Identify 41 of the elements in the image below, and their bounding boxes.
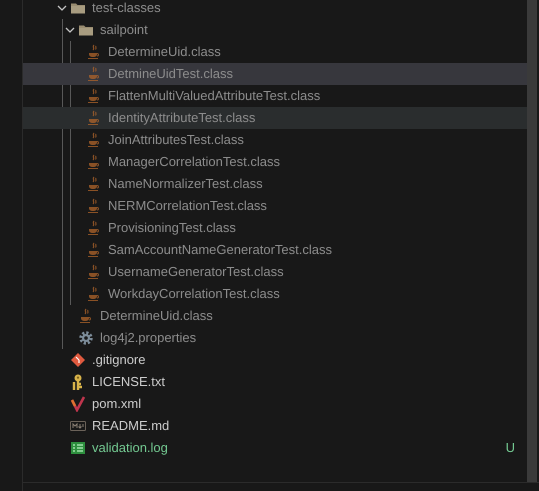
coffee-cup-icon: [86, 132, 102, 148]
coffee-cup-icon: [86, 66, 102, 82]
v-shape-icon: [70, 396, 86, 412]
git-status-letter: U: [506, 439, 515, 458]
tree-item[interactable]: pom.xml: [23, 393, 527, 415]
tree-item[interactable]: NERMCorrelationTest.class: [23, 195, 527, 217]
tree-item[interactable]: LICENSE.txt: [23, 371, 527, 393]
coffee-cup-icon: [86, 286, 102, 302]
tree-item[interactable]: FlattenMultiValuedAttributeTest.class: [23, 85, 527, 107]
scrollbar[interactable]: [527, 0, 537, 482]
tree-item[interactable]: NameNormalizerTest.class: [23, 173, 527, 195]
tree-item[interactable]: DetermineUid.class: [23, 41, 527, 63]
tree-item[interactable]: WorkdayCorrelationTest.class: [23, 283, 527, 305]
coffee-cup-icon: [78, 308, 94, 324]
coffee-cup-icon: [86, 44, 102, 60]
coffee-cup-icon: [86, 220, 102, 236]
tree-item[interactable]: DetermineUid.class: [23, 305, 527, 327]
tree-item[interactable]: log4j2.properties: [23, 327, 527, 349]
tree-item[interactable]: SamAccountNameGeneratorTest.class: [23, 239, 527, 261]
coffee-cup-icon: [86, 88, 102, 104]
tree-item[interactable]: validation.log U: [23, 437, 527, 459]
log-sheet-icon: [70, 440, 86, 456]
tree-item[interactable]: UsernameGeneratorTest.class: [23, 261, 527, 283]
tree-item[interactable]: sailpoint: [23, 19, 527, 41]
markdown-icon: [70, 418, 86, 434]
tree-item[interactable]: DetmineUidTest.class: [23, 63, 527, 85]
coffee-cup-icon: [86, 264, 102, 280]
tree-item[interactable]: README.md: [23, 415, 527, 437]
tree-item[interactable]: IdentityAttributeTest.class: [23, 107, 527, 129]
coffee-cup-icon: [86, 242, 102, 258]
coffee-cup-icon: [86, 154, 102, 170]
tree-item[interactable]: test-classes: [23, 0, 527, 19]
tree-item[interactable]: ProvisioningTest.class: [23, 217, 527, 239]
coffee-cup-icon: [86, 110, 102, 126]
coffee-cup-icon: [86, 176, 102, 192]
tree-item[interactable]: JoinAttributesTest.class: [23, 129, 527, 151]
coffee-cup-icon: [86, 198, 102, 214]
gear-icon: [78, 330, 94, 346]
diamond-icon: [70, 352, 86, 368]
tree-item[interactable]: ManagerCorrelationTest.class: [23, 151, 527, 173]
tree-item[interactable]: .gitignore: [23, 349, 527, 371]
